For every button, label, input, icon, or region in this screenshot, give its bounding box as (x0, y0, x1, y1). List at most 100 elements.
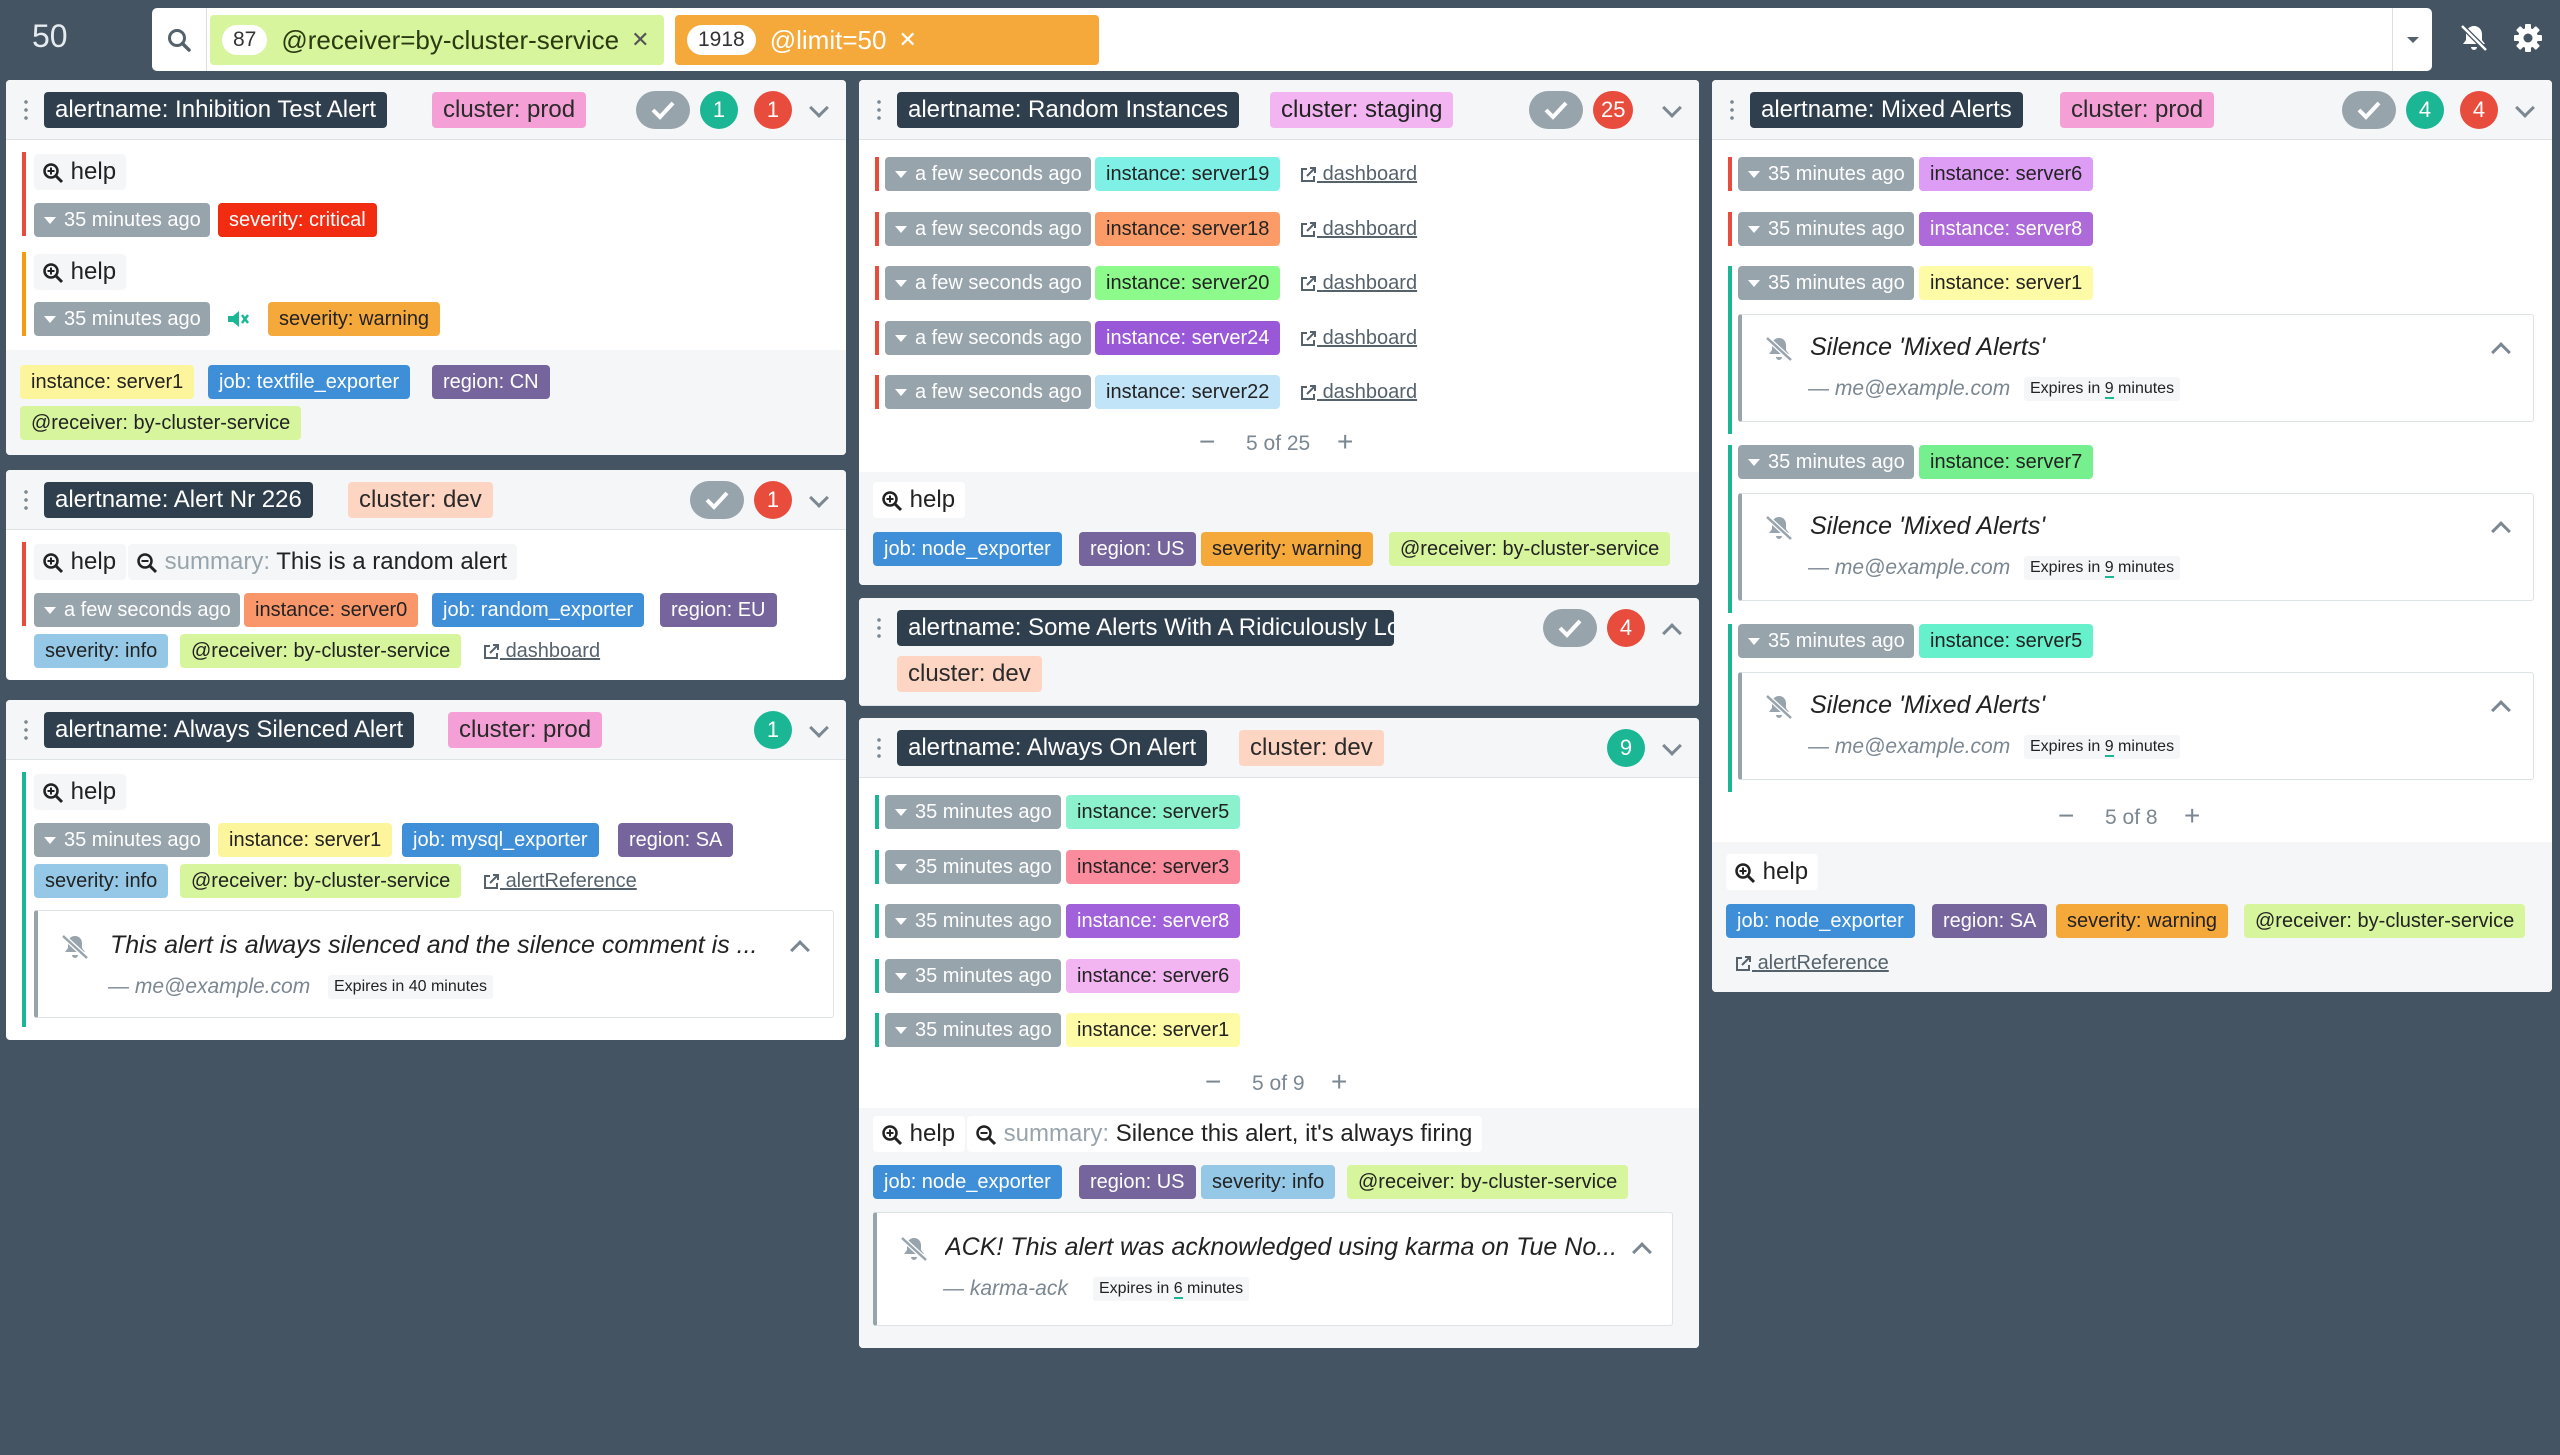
instance-label[interactable]: instance: server22 (1095, 375, 1281, 409)
instance-label[interactable]: instance: server5 (1919, 624, 2094, 658)
label-pill[interactable]: region: EU (660, 593, 777, 627)
alert-age[interactable]: a few seconds ago (885, 212, 1091, 246)
collapse-button[interactable]: − (1205, 1068, 1221, 1096)
chevron-up-icon[interactable] (790, 940, 810, 960)
check-icon[interactable] (2342, 91, 2396, 129)
alertname-label[interactable]: alertname: Some Alerts With A Ridiculous… (897, 610, 1394, 646)
severity-label[interactable]: severity: warning (268, 302, 441, 336)
label-pill[interactable]: job: node_exporter (873, 532, 1062, 566)
dashboard-link[interactable]: dashboard (1299, 266, 1417, 300)
chevron-down-icon[interactable] (1662, 736, 1682, 756)
summary-annotation[interactable]: summary: This is a random alert (128, 544, 518, 580)
alert-age[interactable]: 35 minutes ago (1738, 212, 1914, 246)
red-count-badge[interactable]: 4 (1607, 609, 1645, 647)
check-icon[interactable] (1543, 609, 1597, 647)
drag-handle-icon[interactable] (23, 718, 29, 742)
cluster-label[interactable]: cluster: prod (448, 712, 603, 748)
help-button[interactable]: help (34, 544, 127, 580)
alert-age[interactable]: a few seconds ago (34, 593, 240, 627)
dashboard-link[interactable]: dashboard (1299, 212, 1417, 246)
cluster-label[interactable]: cluster: prod (2060, 92, 2215, 128)
check-icon[interactable] (690, 481, 744, 519)
collapse-button[interactable]: − (2058, 802, 2074, 830)
instance-label[interactable]: instance: server18 (1095, 212, 1281, 246)
alertname-label[interactable]: alertname: Always On Alert (897, 730, 1208, 766)
summary-annotation[interactable]: summary: Silence this alert, it's always… (967, 1116, 1483, 1152)
collapse-button[interactable]: − (1199, 428, 1215, 456)
gear-icon[interactable] (2512, 22, 2544, 59)
dashboard-link[interactable]: dashboard (1299, 157, 1417, 191)
silence-bell-icon[interactable] (2458, 22, 2490, 59)
label-pill[interactable]: job: random_exporter (432, 593, 645, 627)
red-count-badge[interactable]: 1 (754, 91, 792, 129)
alert-age[interactable]: a few seconds ago (885, 157, 1091, 191)
label-pill[interactable]: @receiver: by-cluster-service (1389, 532, 1671, 566)
red-count-badge[interactable]: 1 (754, 481, 792, 519)
close-icon[interactable]: ✕ (898, 27, 916, 53)
alertname-label[interactable]: alertname: Mixed Alerts (1750, 92, 2023, 128)
help-button[interactable]: help (1726, 854, 1819, 890)
instance-label[interactable]: instance: server5 (1066, 795, 1241, 829)
drag-handle-icon[interactable] (876, 616, 882, 640)
silence-expiry[interactable]: Expires in 40 minutes (328, 975, 493, 999)
chevron-up-icon[interactable] (1662, 623, 1682, 643)
label-pill[interactable]: severity: warning (1201, 532, 1374, 566)
alert-age[interactable]: a few seconds ago (885, 375, 1091, 409)
expand-button[interactable]: + (1337, 428, 1353, 456)
red-count-badge[interactable]: 4 (2460, 91, 2498, 129)
help-button[interactable]: help (873, 1116, 966, 1152)
drag-handle-icon[interactable] (876, 98, 882, 122)
label-pill[interactable]: instance: server0 (244, 593, 419, 627)
chevron-up-icon[interactable] (2491, 342, 2511, 362)
alert-age[interactable]: 35 minutes ago (885, 795, 1061, 829)
cluster-label[interactable]: cluster: prod (432, 92, 587, 128)
green-count-badge[interactable]: 4 (2406, 91, 2444, 129)
alert-reference-link[interactable]: alertReference (1734, 946, 1889, 980)
alert-age[interactable]: a few seconds ago (885, 266, 1091, 300)
drag-handle-icon[interactable] (876, 736, 882, 760)
dashboard-link[interactable]: dashboard (1299, 321, 1417, 355)
expand-button[interactable]: + (2184, 802, 2200, 830)
chevron-up-icon[interactable] (1632, 1242, 1652, 1262)
alert-age[interactable]: 35 minutes ago (885, 1013, 1061, 1047)
instance-label[interactable]: instance: server3 (1066, 850, 1241, 884)
severity-label[interactable]: severity: critical (218, 203, 377, 237)
alertname-label[interactable]: alertname: Inhibition Test Alert (44, 92, 388, 128)
alert-age[interactable]: 35 minutes ago (885, 904, 1061, 938)
alert-age[interactable]: 35 minutes ago (1738, 445, 1914, 479)
silence-box[interactable]: Silence 'Mixed Alerts' — me@example.com … (1738, 672, 2534, 780)
instance-label[interactable]: instance: server20 (1095, 266, 1281, 300)
alertname-label[interactable]: alertname: Random Instances (897, 92, 1240, 128)
chevron-down-icon[interactable] (809, 488, 829, 508)
alert-age[interactable]: a few seconds ago (885, 321, 1091, 355)
alert-reference-link[interactable]: alertReference (482, 864, 637, 898)
instance-label[interactable]: instance: server1 (1066, 1013, 1241, 1047)
alert-age[interactable]: 35 minutes ago (1738, 157, 1914, 191)
filter-pill-limit[interactable]: 1918 @limit=50 ✕ (675, 15, 1099, 65)
silence-box[interactable]: ACK! This alert was acknowledged using k… (873, 1212, 1673, 1326)
alert-age[interactable]: 35 minutes ago (885, 850, 1061, 884)
alert-age[interactable]: 35 minutes ago (34, 302, 210, 336)
instance-label[interactable]: instance: server24 (1095, 321, 1281, 355)
label-pill[interactable]: region: US (1079, 532, 1196, 566)
chevron-up-icon[interactable] (2491, 700, 2511, 720)
instance-label[interactable]: instance: server8 (1066, 904, 1241, 938)
alert-age[interactable]: 35 minutes ago (885, 959, 1061, 993)
check-icon[interactable] (636, 91, 690, 129)
silence-box[interactable]: Silence 'Mixed Alerts' — me@example.com … (1738, 314, 2534, 422)
dashboard-link[interactable]: dashboard (482, 634, 600, 668)
label-pill[interactable]: severity: info (34, 864, 169, 898)
label-pill[interactable]: job: textfile_exporter (208, 365, 411, 399)
alert-age[interactable]: 35 minutes ago (1738, 624, 1914, 658)
chevron-down-icon[interactable] (809, 718, 829, 738)
chevron-down-icon[interactable] (2515, 98, 2535, 118)
alertname-label[interactable]: alertname: Alert Nr 226 (44, 482, 313, 518)
green-count-badge[interactable]: 9 (1607, 729, 1645, 767)
silence-expiry[interactable]: Expires in 9 minutes (2024, 377, 2181, 401)
dashboard-link[interactable]: dashboard (1299, 375, 1417, 409)
label-pill[interactable]: region: CN (432, 365, 550, 399)
label-pill[interactable]: @receiver: by-cluster-service (1347, 1165, 1629, 1199)
help-button[interactable]: help (873, 482, 966, 518)
instance-label[interactable]: instance: server1 (1919, 266, 2094, 300)
cluster-label[interactable]: cluster: dev (1239, 730, 1384, 766)
